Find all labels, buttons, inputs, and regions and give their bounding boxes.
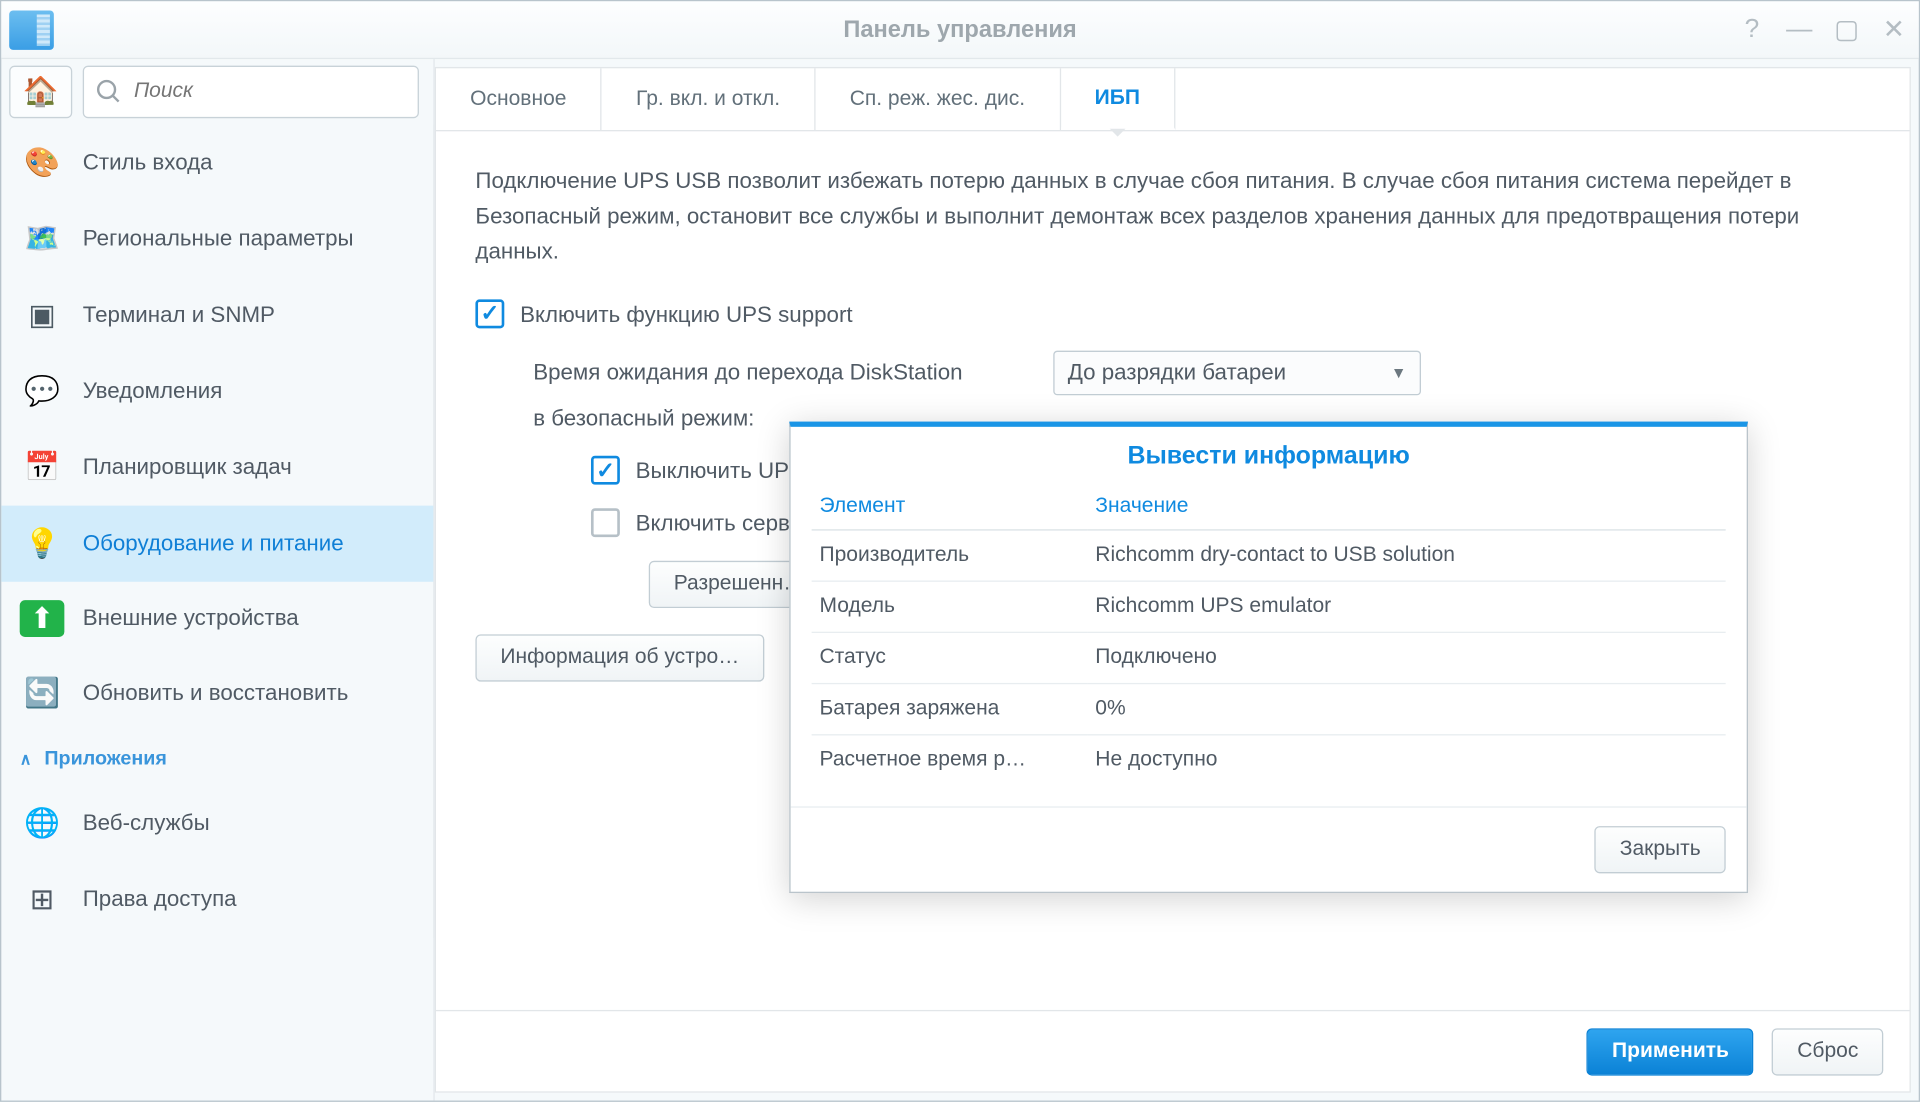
shutdown-ups-label: Выключить UPS bbox=[636, 456, 804, 487]
sidebar-item-5[interactable]: 💡 Оборудование и питание bbox=[1, 506, 433, 582]
sidebar-item-icon: 🌐 bbox=[20, 804, 65, 843]
sidebar-item-label: Веб-службы bbox=[83, 809, 210, 838]
chevron-down-icon: ▼ bbox=[1391, 364, 1407, 382]
tab-2[interactable]: Сп. реж. жес. дис. bbox=[816, 68, 1061, 130]
help-icon[interactable]: ? bbox=[1737, 14, 1766, 44]
titlebar: Панель управления ? — ▢ ✕ bbox=[1, 1, 1918, 59]
tab-1[interactable]: Гр. вкл. и откл. bbox=[602, 68, 816, 130]
cell-value: Richcomm dry-contact to USB solution bbox=[1087, 530, 1725, 581]
cell-value: 0% bbox=[1087, 684, 1725, 735]
tab-3[interactable]: ИБП bbox=[1061, 68, 1176, 130]
table-row: СтатусПодключено bbox=[812, 632, 1726, 683]
sidebar-item-label: Оборудование и питание bbox=[83, 529, 344, 558]
device-info-table: Элемент Значение ПроизводительRichcomm d… bbox=[812, 485, 1726, 786]
sidebar-section-apps[interactable]: ∧Приложения bbox=[1, 732, 433, 786]
sidebar-item-icon: 💬 bbox=[20, 372, 65, 411]
cell-key: Батарея заряжена bbox=[812, 684, 1088, 735]
search-input[interactable] bbox=[134, 80, 407, 104]
sidebar-item-1[interactable]: 🗺️ Региональные параметры bbox=[1, 201, 433, 277]
reset-button[interactable]: Сброс bbox=[1772, 1028, 1883, 1075]
cell-key: Расчетное время р… bbox=[812, 735, 1088, 786]
search-box[interactable] bbox=[83, 66, 419, 119]
cell-value: Не доступно bbox=[1087, 735, 1725, 786]
table-row: Расчетное время р…Не доступно bbox=[812, 735, 1726, 786]
home-icon: 🏠 bbox=[23, 75, 59, 109]
sidebar-item-8[interactable]: 🌐 Веб-службы bbox=[1, 785, 433, 861]
sidebar-item-label: Права доступа bbox=[83, 885, 237, 914]
ups-description: Подключение UPS USB позволит избежать по… bbox=[475, 163, 1870, 270]
sidebar-item-label: Внешние устройства bbox=[83, 604, 299, 633]
search-icon bbox=[95, 77, 124, 106]
sidebar: 🎨 Стиль входа 🗺️ Региональные параметры ▣ Тер… bbox=[1, 125, 434, 938]
sidebar-item-icon: 🔄 bbox=[20, 674, 65, 713]
enable-server-checkbox[interactable] bbox=[591, 508, 620, 537]
sidebar-toolbar: 🏠 bbox=[1, 59, 433, 125]
device-info-button[interactable]: Информация об устро… bbox=[475, 634, 764, 681]
minimize-icon[interactable]: — bbox=[1785, 14, 1814, 44]
sidebar-item-label: Терминал и SNMP bbox=[83, 301, 275, 330]
sidebar-item-6[interactable]: ⬆ Внешние устройства bbox=[1, 582, 433, 656]
sidebar-item-icon: 💡 bbox=[20, 524, 65, 563]
sidebar-item-label: Региональные параметры bbox=[83, 225, 354, 254]
sidebar-item-label: Уведомления bbox=[83, 377, 223, 406]
sidebar-item-icon: ⊞ bbox=[20, 880, 65, 919]
sidebar-item-label: Стиль входа bbox=[83, 148, 213, 177]
sidebar-item-0[interactable]: 🎨 Стиль входа bbox=[1, 125, 433, 201]
cell-value: Richcomm UPS emulator bbox=[1087, 581, 1725, 632]
sidebar-item-icon: ▣ bbox=[20, 295, 65, 334]
enable-ups-label: Включить функцию UPS support bbox=[520, 299, 853, 330]
sidebar-item-icon: 🎨 bbox=[20, 143, 65, 182]
sidebar-item-icon: 📅 bbox=[20, 448, 65, 487]
maximize-icon[interactable]: ▢ bbox=[1832, 13, 1861, 46]
device-info-dialog: Вывести информацию Элемент Значение Прои… bbox=[789, 422, 1748, 893]
sidebar-item-7[interactable]: 🔄 Обновить и восстановить bbox=[1, 655, 433, 731]
tab-0[interactable]: Основное bbox=[436, 68, 602, 130]
tabs: ОсновноеГр. вкл. и откл.Сп. реж. жес. ди… bbox=[436, 68, 1910, 131]
sidebar-item-label: Планировщик задач bbox=[83, 453, 292, 482]
cell-key: Модель bbox=[812, 581, 1088, 632]
close-icon[interactable]: ✕ bbox=[1879, 13, 1908, 46]
sidebar-item-3[interactable]: 💬 Уведомления bbox=[1, 353, 433, 429]
wait-label-1: Время ожидания до перехода DiskStation bbox=[533, 360, 1032, 386]
col-value: Значение bbox=[1087, 485, 1725, 530]
sidebar-item-icon: ⬆ bbox=[20, 600, 65, 637]
cell-key: Статус bbox=[812, 632, 1088, 683]
sidebar-item-9[interactable]: ⊞ Права доступа bbox=[1, 862, 433, 938]
sidebar-item-label: Обновить и восстановить bbox=[83, 679, 349, 708]
enable-ups-checkbox[interactable] bbox=[475, 299, 504, 328]
sidebar-item-icon: 🗺️ bbox=[20, 219, 65, 258]
table-row: МодельRichcomm UPS emulator bbox=[812, 581, 1726, 632]
enable-server-label: Включить сервер bbox=[636, 508, 815, 539]
sidebar-item-4[interactable]: 📅 Планировщик задач bbox=[1, 429, 433, 505]
cell-value: Подключено bbox=[1087, 632, 1725, 683]
dialog-close-button[interactable]: Закрыть bbox=[1595, 826, 1726, 873]
footer: Применить Сброс bbox=[436, 1010, 1910, 1091]
wait-mode-select[interactable]: До разрядки батареи ▼ bbox=[1053, 351, 1421, 396]
sidebar-item-2[interactable]: ▣ Терминал и SNMP bbox=[1, 277, 433, 353]
table-row: Батарея заряжена0% bbox=[812, 684, 1726, 735]
window-title: Панель управления bbox=[1, 16, 1918, 44]
dialog-title: Вывести информацию bbox=[791, 427, 1747, 485]
table-row: ПроизводительRichcomm dry-contact to USB… bbox=[812, 530, 1726, 581]
col-element: Элемент bbox=[812, 485, 1088, 530]
cell-key: Производитель bbox=[812, 530, 1088, 581]
home-button[interactable]: 🏠 bbox=[9, 66, 72, 119]
apply-button[interactable]: Применить bbox=[1587, 1028, 1754, 1075]
wait-mode-value: До разрядки батареи bbox=[1068, 360, 1286, 386]
chevron-up-icon: ∧ bbox=[20, 749, 32, 767]
shutdown-ups-checkbox[interactable] bbox=[591, 456, 620, 485]
